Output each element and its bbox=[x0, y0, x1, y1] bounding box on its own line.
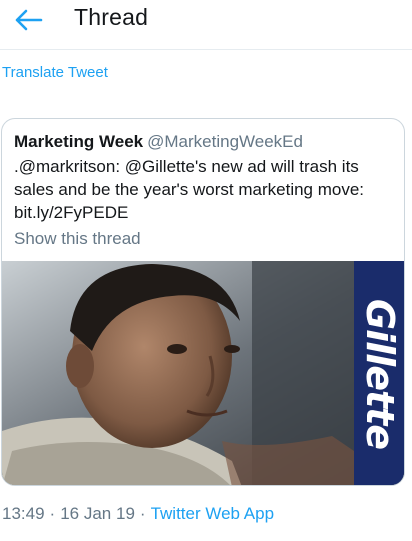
separator-dot: · bbox=[139, 504, 146, 523]
separator-dot: · bbox=[49, 504, 56, 523]
quoted-tweet-card[interactable]: Marketing Week @MarketingWeekEd .@markrit… bbox=[1, 118, 405, 486]
quoted-tweet-author: Marketing Week @MarketingWeekEd bbox=[14, 131, 303, 153]
gillette-logo: Gillette bbox=[358, 298, 402, 450]
media-photo bbox=[2, 261, 404, 485]
arrow-left-icon bbox=[15, 9, 43, 31]
back-button[interactable] bbox=[8, 4, 48, 36]
tweet-media-image[interactable]: Gillette bbox=[2, 261, 404, 485]
tweet-date: 16 Jan 19 bbox=[60, 504, 135, 523]
source-app-link[interactable]: Twitter Web App bbox=[151, 504, 274, 523]
author-name: Marketing Week bbox=[14, 132, 144, 151]
author-handle: @MarketingWeekEd bbox=[147, 132, 303, 151]
translate-tweet-link[interactable]: Translate Tweet bbox=[2, 64, 108, 81]
gillette-logo-panel: Gillette bbox=[354, 261, 404, 485]
page-title: Thread bbox=[74, 4, 149, 30]
show-thread-link[interactable]: Show this thread bbox=[14, 229, 141, 249]
tweet-metadata: 13:49 · 16 Jan 19 · Twitter Web App bbox=[2, 504, 274, 524]
top-bar: Thread bbox=[0, 0, 412, 50]
tweet-time: 13:49 bbox=[2, 504, 45, 523]
quoted-tweet-text: .@markritson: @Gillette's new ad will tr… bbox=[14, 157, 365, 222]
